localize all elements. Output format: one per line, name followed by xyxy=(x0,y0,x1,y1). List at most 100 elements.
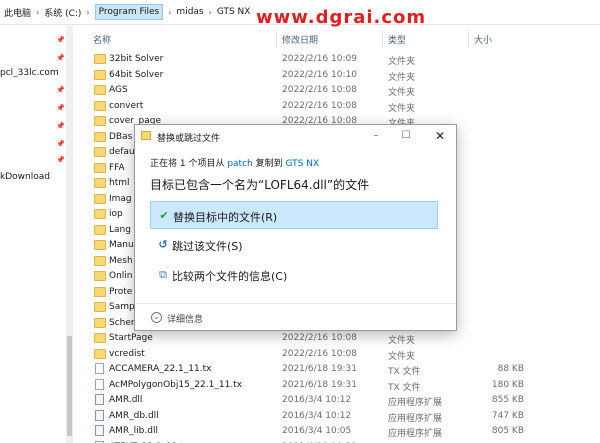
file-size: 855 KB xyxy=(491,395,524,405)
column-divider[interactable] xyxy=(276,30,277,48)
file-name: Samp xyxy=(109,302,135,312)
file-row[interactable]: AGS 2022/2/16 10:08 文件夹 xyxy=(74,83,600,99)
file-name: ACCAMERA_22.1_11.tx xyxy=(109,364,212,374)
dll-file-icon xyxy=(95,409,104,421)
column-header-size[interactable]: 大小 xyxy=(474,33,492,46)
file-date: 2021/6/18 19:31 xyxy=(282,364,357,374)
file-row[interactable]: AMR_db.dll 2016/3/4 10:12 应用程序扩展 747 KB xyxy=(74,409,600,425)
dll-file-icon xyxy=(95,425,104,436)
file-name: AGS xyxy=(109,85,128,95)
file-size: 747 KB xyxy=(491,410,524,421)
column-header-name[interactable]: 名称 xyxy=(93,33,111,46)
folder-icon xyxy=(94,54,106,64)
dialog-titlebar[interactable]: 替换或跳过文件 – ☐ ✕ xyxy=(135,125,456,147)
file-name: Manu xyxy=(109,240,134,250)
file-name: convert xyxy=(109,100,144,111)
folder-icon xyxy=(94,240,106,250)
breadcrumb-separator-icon: › xyxy=(86,7,90,17)
file-date: 2022/2/16 10:08 xyxy=(282,85,357,95)
compare-icon: ⧉ xyxy=(159,268,167,281)
folder-icon xyxy=(94,286,106,297)
breadcrumb-midas[interactable]: midas xyxy=(176,7,203,17)
more-details-button[interactable]: 详细信息 xyxy=(167,312,203,325)
file-name: 64bit Solver xyxy=(109,69,164,80)
file-row[interactable]: ACCAMERA_22.1_11.tx 2021/6/18 19:31 TX 文件 8… xyxy=(74,362,600,378)
file-date: 2016/3/4 10:05 xyxy=(282,426,352,436)
breadcrumb-program-files[interactable]: Program Files xyxy=(94,4,164,20)
file-size: 88 KB xyxy=(497,364,524,374)
breadcrumb-system-c[interactable]: 系统 (C:) xyxy=(44,6,81,19)
file-name: html xyxy=(109,178,130,188)
file-icon xyxy=(95,378,104,390)
breadcrumb-gts-nx[interactable]: GTS NX xyxy=(217,7,251,17)
file-row[interactable]: AcMPolygonObj15_22.1_11.tx 2021/6/18 19:3… xyxy=(74,378,600,394)
dll-file-icon xyxy=(95,394,104,405)
conflict-heading: 目标已包含一个名为“LOFL64.dll”的文件 xyxy=(150,178,370,192)
source-folder-link[interactable]: patch xyxy=(227,159,252,169)
file-name: AMR.dll xyxy=(109,395,143,405)
skip-file-option[interactable]: ↺ 跳过该文件(S) xyxy=(150,231,438,259)
file-name: 32bit Solver xyxy=(109,54,164,64)
folder-icon xyxy=(94,69,106,80)
replace-file-option[interactable]: ✔ 替换目标中的文件(R) xyxy=(150,201,438,229)
pin-icon: 📌 xyxy=(56,36,65,44)
nav-item-download[interactable]: kDownload xyxy=(0,172,50,182)
folder-icon xyxy=(94,209,106,219)
maximize-icon[interactable]: ☐ xyxy=(395,128,417,144)
file-row[interactable]: StartPage 2022/2/16 10:08 文件夹 xyxy=(74,331,600,347)
file-name: DBas xyxy=(109,131,133,142)
folder-icon xyxy=(94,224,106,235)
file-row[interactable]: convert 2022/2/16 10:08 文件夹 xyxy=(74,99,600,115)
breadcrumb-this-pc[interactable]: 此电脑 xyxy=(4,6,31,19)
column-header-date[interactable]: 修改日期 xyxy=(282,33,318,46)
file-size: 805 KB xyxy=(491,426,524,436)
pin-icon: 📌 xyxy=(56,140,65,148)
column-divider[interactable] xyxy=(468,30,469,48)
file-type: 文件夹 xyxy=(388,336,416,346)
file-row[interactable]: AMR_lib.dll 2016/3/4 10:05 应用程序扩展 805 KB xyxy=(74,424,600,440)
replace-or-skip-dialog: 替换或跳过文件 – ☐ ✕ 正在将 1 个项目从 patch 复制到 GTS N… xyxy=(134,124,457,331)
file-name: AcMPolygonObj15_22.1_11.tx xyxy=(109,379,243,390)
nav-item-pcl[interactable]: pcl_33lc.com xyxy=(0,68,59,78)
close-icon[interactable]: ✕ xyxy=(429,128,451,144)
breadcrumb-separator-icon: › xyxy=(168,7,172,17)
file-date: 2016/3/4 10:12 xyxy=(282,410,352,421)
file-type: 文件夹 xyxy=(388,351,416,362)
file-row[interactable]: 32bit Solver 2022/2/16 10:09 文件夹 xyxy=(74,52,600,68)
folder-icon xyxy=(94,255,106,266)
chevron-down-icon[interactable]: ⌄ xyxy=(151,312,162,323)
skip-arrow-icon: ↺ xyxy=(158,238,168,251)
folder-icon xyxy=(94,85,106,95)
file-name: FFA xyxy=(109,162,125,173)
file-date: 2016/3/4 10:12 xyxy=(282,395,352,405)
file-row[interactable]: vcredist 2022/2/16 10:08 文件夹 xyxy=(74,347,600,363)
file-type: 应用程序扩展 xyxy=(388,429,443,439)
file-row[interactable]: ATEXT_22.1_11.tx2021/6/18 19:31TX 文件 xyxy=(74,440,600,443)
file-date: 2021/6/18 19:31 xyxy=(282,379,357,390)
nav-scrollbar[interactable] xyxy=(66,26,73,443)
navigation-pane: 📌 📌 pcl_33lc.com 📌 📌 📌 📌 📌 kDownload xyxy=(0,26,66,443)
file-name: Imag xyxy=(109,193,132,204)
file-date: 2022/2/16 10:08 xyxy=(282,333,357,343)
file-name: defau xyxy=(109,147,135,157)
file-type: TX 文件 xyxy=(388,367,421,377)
scrollbar-thumb[interactable] xyxy=(67,336,72,436)
compare-files-option[interactable]: ⧉ 比较两个文件的信息(C) xyxy=(150,261,438,289)
check-icon: ✔ xyxy=(159,209,169,222)
file-name: Onlin xyxy=(109,271,133,281)
folder-icon xyxy=(94,116,106,126)
column-headers: 名称 修改日期 类型 大小 xyxy=(74,30,600,48)
minimize-icon[interactable]: – xyxy=(365,128,387,144)
file-type: 应用程序扩展 xyxy=(388,398,443,408)
destination-folder-link[interactable]: GTS NX xyxy=(286,159,320,169)
file-type: TX 文件 xyxy=(388,382,421,393)
column-header-type[interactable]: 类型 xyxy=(388,33,406,46)
column-divider[interactable] xyxy=(382,30,383,48)
file-date: 2022/2/16 10:08 xyxy=(282,100,357,111)
file-row[interactable]: AMR.dll 2016/3/4 10:12 应用程序扩展 855 KB xyxy=(74,393,600,409)
pin-icon: 📌 xyxy=(56,86,65,94)
file-name: vcredist xyxy=(109,348,145,359)
pin-icon: 📌 xyxy=(56,122,65,130)
folder-icon xyxy=(94,317,106,328)
file-row[interactable]: 64bit Solver 2022/2/16 10:10 文件夹 xyxy=(74,68,600,84)
